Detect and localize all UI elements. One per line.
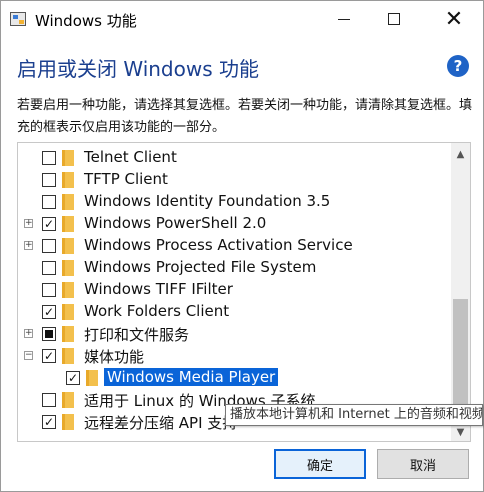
feature-label[interactable]: Windows PowerShell 2.0 — [84, 214, 266, 232]
feature-label[interactable]: TFTP Client — [84, 170, 168, 188]
minimize-button[interactable] — [321, 1, 367, 37]
folder-icon — [62, 150, 74, 166]
feature-checkbox[interactable] — [42, 239, 56, 253]
feature-label[interactable]: 远程差分压缩 API 支持 — [84, 412, 237, 433]
folder-icon — [62, 414, 74, 430]
feature-label[interactable]: Windows TIFF IFilter — [84, 280, 233, 298]
ok-button[interactable]: 确定 — [274, 449, 366, 479]
feature-label[interactable]: Windows Projected File System — [84, 258, 316, 276]
folder-icon — [62, 260, 74, 276]
page-title: 启用或关闭 Windows 功能 — [17, 57, 259, 81]
scroll-up-arrow-icon[interactable]: ▲ — [451, 145, 470, 163]
folder-icon — [62, 238, 74, 254]
feature-row[interactable]: TFTP Client — [18, 169, 452, 191]
folder-icon — [62, 216, 74, 232]
feature-checkbox[interactable] — [42, 173, 56, 187]
feature-row[interactable]: Windows Identity Foundation 3.5 — [18, 191, 452, 213]
windows-features-dialog: Windows 功能 ✕ 启用或关闭 Windows 功能 ? 若要启用一种功能… — [0, 0, 484, 492]
feature-label[interactable]: Work Folders Client — [84, 302, 229, 320]
features-tree[interactable]: ▲ ▼ Telnet Client TFTP Client Windows Iden… — [17, 142, 471, 442]
folder-icon — [86, 370, 98, 386]
folder-icon — [62, 282, 74, 298]
folder-icon — [62, 348, 74, 364]
expand-icon[interactable]: + — [24, 241, 33, 250]
title-bar[interactable]: Windows 功能 ✕ — [1, 1, 483, 37]
feature-checkbox[interactable]: ✓ — [42, 305, 56, 319]
folder-icon — [62, 194, 74, 210]
maximize-button[interactable] — [371, 1, 417, 37]
feature-checkbox[interactable] — [42, 283, 56, 297]
window-title: Windows 功能 — [35, 12, 137, 30]
feature-checkbox[interactable]: ✓ — [42, 415, 56, 429]
feature-checkbox[interactable]: ✓ — [42, 349, 56, 363]
folder-icon — [62, 172, 74, 188]
feature-label[interactable]: Windows Media Player — [104, 368, 279, 386]
feature-label[interactable]: Windows Process Activation Service — [84, 236, 353, 254]
feature-tooltip: 播放本地计算机和 Internet 上的音频和视频文件 — [225, 404, 483, 426]
feature-row[interactable]: Windows Projected File System — [18, 257, 452, 279]
maximize-icon — [388, 13, 400, 25]
feature-checkbox[interactable] — [42, 327, 56, 341]
feature-row[interactable]: ✓ Windows Media Player — [18, 367, 452, 389]
folder-icon — [62, 326, 74, 342]
feature-label[interactable]: 打印和文件服务 — [84, 324, 189, 345]
feature-row[interactable]: + ✓ Windows PowerShell 2.0 — [18, 213, 452, 235]
feature-label[interactable]: 媒体功能 — [84, 346, 144, 367]
feature-row[interactable]: − ✓ 媒体功能 — [18, 345, 452, 367]
cancel-button[interactable]: 取消 — [377, 449, 469, 479]
feature-row[interactable]: + 打印和文件服务 — [18, 323, 452, 345]
feature-label[interactable]: Windows Identity Foundation 3.5 — [84, 192, 330, 210]
feature-row[interactable]: Telnet Client — [18, 147, 452, 169]
feature-checkbox[interactable] — [42, 261, 56, 275]
feature-label[interactable]: Telnet Client — [84, 148, 177, 166]
folder-icon — [62, 304, 74, 320]
feature-row[interactable]: ✓ Work Folders Client — [18, 301, 452, 323]
expand-icon[interactable]: + — [24, 219, 33, 228]
vertical-scrollbar[interactable]: ▲ ▼ — [451, 143, 470, 441]
expand-icon[interactable]: + — [24, 329, 33, 338]
instructions-text: 若要启用一种功能，请选择其复选框。若要关闭一种功能，请清除其复选框。填充的框表示… — [17, 98, 473, 135]
feature-row[interactable]: + Windows Process Activation Service — [18, 235, 452, 257]
folder-icon — [62, 392, 74, 408]
help-icon[interactable]: ? — [447, 55, 469, 77]
minimize-icon — [338, 18, 350, 20]
feature-checkbox[interactable]: ✓ — [42, 217, 56, 231]
feature-checkbox[interactable] — [42, 151, 56, 165]
close-button[interactable]: ✕ — [431, 1, 477, 37]
feature-checkbox[interactable]: ✓ — [66, 371, 80, 385]
collapse-icon[interactable]: − — [24, 351, 33, 360]
feature-checkbox[interactable] — [42, 195, 56, 209]
windows-features-app-icon — [10, 12, 26, 26]
feature-row[interactable]: Windows TIFF IFilter — [18, 279, 452, 301]
feature-checkbox[interactable] — [42, 393, 56, 407]
